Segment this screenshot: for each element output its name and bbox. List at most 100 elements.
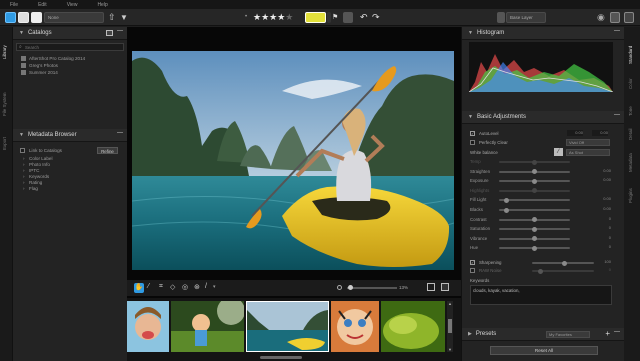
add-catalog-icon[interactable] — [106, 30, 113, 36]
histogram-header[interactable]: ▼ Histogram — — [462, 27, 624, 40]
panel-menu-icon[interactable]: — — [614, 329, 620, 335]
basic-adjustments-header[interactable]: ▼ Basic Adjustments — — [462, 111, 624, 124]
tab-detail[interactable]: Detail — [628, 125, 637, 143]
slider-value[interactable]: 0.00 — [598, 177, 611, 183]
heal-icon[interactable]: ⊛ — [194, 283, 200, 291]
adjustment-slider[interactable] — [499, 236, 570, 242]
tab-file-system[interactable]: File System — [2, 87, 11, 121]
tab-tone[interactable]: Tone — [628, 103, 637, 119]
color-label-swatch[interactable] — [305, 12, 326, 23]
tab-metadata[interactable]: Metadata — [628, 149, 637, 177]
sharpening-slider[interactable] — [532, 260, 594, 266]
single-view-button[interactable] — [5, 12, 16, 23]
slider-value[interactable]: 0 — [598, 225, 611, 231]
keywords-field[interactable]: clouds, kayak, vacation, — [470, 285, 612, 305]
sharpening-checkbox[interactable]: ✓ — [470, 260, 475, 265]
panel-menu-icon[interactable]: — — [614, 28, 620, 34]
adjustment-slider[interactable] — [499, 245, 570, 251]
adjustment-slider[interactable] — [499, 159, 570, 165]
filmstrip-scrollbar[interactable]: ▲ ▼ — [447, 301, 453, 352]
perfectly-clear-checkbox[interactable] — [470, 140, 475, 145]
adjustment-slider[interactable] — [499, 217, 570, 223]
metadata-item[interactable]: › Color Label — [13, 155, 127, 162]
flag-icon[interactable]: ⚑ — [332, 12, 339, 23]
slider-knob[interactable] — [504, 207, 510, 213]
tab-library[interactable]: Library — [2, 41, 11, 63]
view-mode-select[interactable]: None — [44, 12, 104, 23]
rating-stars[interactable]: ★★★★★ — [253, 12, 293, 23]
flag-clear-icon[interactable] — [343, 12, 353, 23]
slider-knob[interactable] — [532, 188, 537, 194]
reset-all-button[interactable]: Reset All — [490, 346, 598, 355]
sharpening-value[interactable]: 100 — [598, 259, 611, 265]
tab-color[interactable]: Color — [628, 75, 637, 93]
scroll-thumb[interactable] — [448, 319, 452, 333]
adjustment-slider[interactable] — [499, 178, 570, 184]
slider-value[interactable]: 0.00 — [598, 196, 611, 202]
slider-knob[interactable] — [532, 159, 537, 165]
tool-dropdown-icon[interactable]: ▾ — [213, 284, 216, 290]
slider-value[interactable] — [598, 187, 611, 193]
eyedropper-icon[interactable]: ⁄ — [148, 283, 149, 290]
slider-knob[interactable] — [532, 236, 537, 242]
zoom-slider[interactable] — [347, 287, 397, 289]
layout-single-icon[interactable] — [610, 12, 620, 23]
slider-knob[interactable] — [532, 245, 537, 251]
filter-icon[interactable]: ▼ — [120, 12, 130, 23]
menu-help[interactable]: Help — [95, 2, 109, 8]
slider-value[interactable]: 0 — [598, 216, 611, 222]
noise-checkbox[interactable] — [470, 268, 475, 273]
filmstrip-thumbnail[interactable] — [127, 301, 169, 352]
layer-select[interactable]: Base Layer — [506, 12, 546, 23]
noise-value[interactable]: 0 — [598, 267, 611, 273]
adjustment-slider[interactable] — [499, 226, 570, 232]
slider-value[interactable]: 0.00 — [598, 206, 611, 212]
crop-icon[interactable]: ⌗ — [159, 283, 163, 291]
menu-file[interactable]: File — [8, 2, 20, 8]
wb-eyedropper-icon[interactable]: ⁄ — [554, 148, 563, 156]
presets-select[interactable]: My Favorites — [546, 331, 590, 338]
slider-knob[interactable] — [562, 260, 567, 266]
scroll-up-icon[interactable]: ▲ — [448, 301, 452, 306]
filmstrip-thumbnail[interactable] — [381, 301, 445, 352]
filmstrip-thumbnail[interactable] — [171, 301, 244, 352]
link-catalogs-checkbox[interactable] — [20, 148, 25, 153]
fullscreen-icon[interactable] — [441, 283, 449, 291]
slider-value[interactable]: 0 — [598, 244, 611, 250]
slider-knob[interactable] — [532, 217, 537, 223]
slider-knob[interactable] — [532, 178, 537, 184]
add-preset-icon[interactable]: + — [605, 329, 610, 338]
zoom-slider-knob[interactable] — [348, 285, 353, 290]
adjustment-slider[interactable] — [499, 197, 570, 203]
undo-icon[interactable]: ↶ — [360, 12, 370, 23]
hand-tool-button[interactable]: ✋ — [134, 283, 144, 293]
redo-icon[interactable]: ↷ — [372, 12, 382, 23]
zoom-out-icon[interactable] — [337, 285, 342, 290]
adjustment-slider[interactable] — [499, 188, 570, 194]
upload-icon[interactable]: ⇧ — [108, 12, 118, 23]
filmstrip-thumbnail[interactable] — [331, 301, 379, 352]
metadata-item[interactable]: › Flag — [13, 186, 127, 192]
autolevel-value-2[interactable]: 0.00 — [592, 130, 608, 136]
autolevel-checkbox[interactable]: ✓ — [470, 131, 475, 136]
refine-button[interactable]: Refine — [97, 147, 118, 154]
layout-dual-icon[interactable] — [624, 12, 634, 23]
fit-icon[interactable] — [427, 283, 435, 291]
tab-export[interactable]: Export — [2, 133, 11, 153]
slider-value[interactable] — [598, 158, 611, 164]
metadata-header[interactable]: ▼ Metadata Browser — — [13, 129, 127, 142]
slider-value[interactable]: 0 — [598, 235, 611, 241]
search-input[interactable] — [25, 44, 115, 50]
compare-view-button[interactable] — [31, 12, 42, 23]
adjustment-slider[interactable] — [499, 207, 570, 213]
autolevel-value-1[interactable]: 0.00 — [567, 130, 583, 136]
slider-knob[interactable] — [504, 197, 510, 203]
slider-value[interactable]: 0.00 — [598, 168, 611, 174]
reject-icon[interactable]: • — [245, 12, 251, 23]
catalog-item[interactable]: Greg's Photos — [13, 62, 127, 69]
noise-slider[interactable] — [532, 268, 594, 274]
panel-menu-icon[interactable]: — — [117, 28, 123, 34]
redeye-icon[interactable]: ◎ — [182, 283, 188, 291]
catalog-item[interactable]: AfterShot Pro Catalog 2014 — [13, 55, 127, 62]
tab-standard[interactable]: Standard — [628, 41, 637, 69]
